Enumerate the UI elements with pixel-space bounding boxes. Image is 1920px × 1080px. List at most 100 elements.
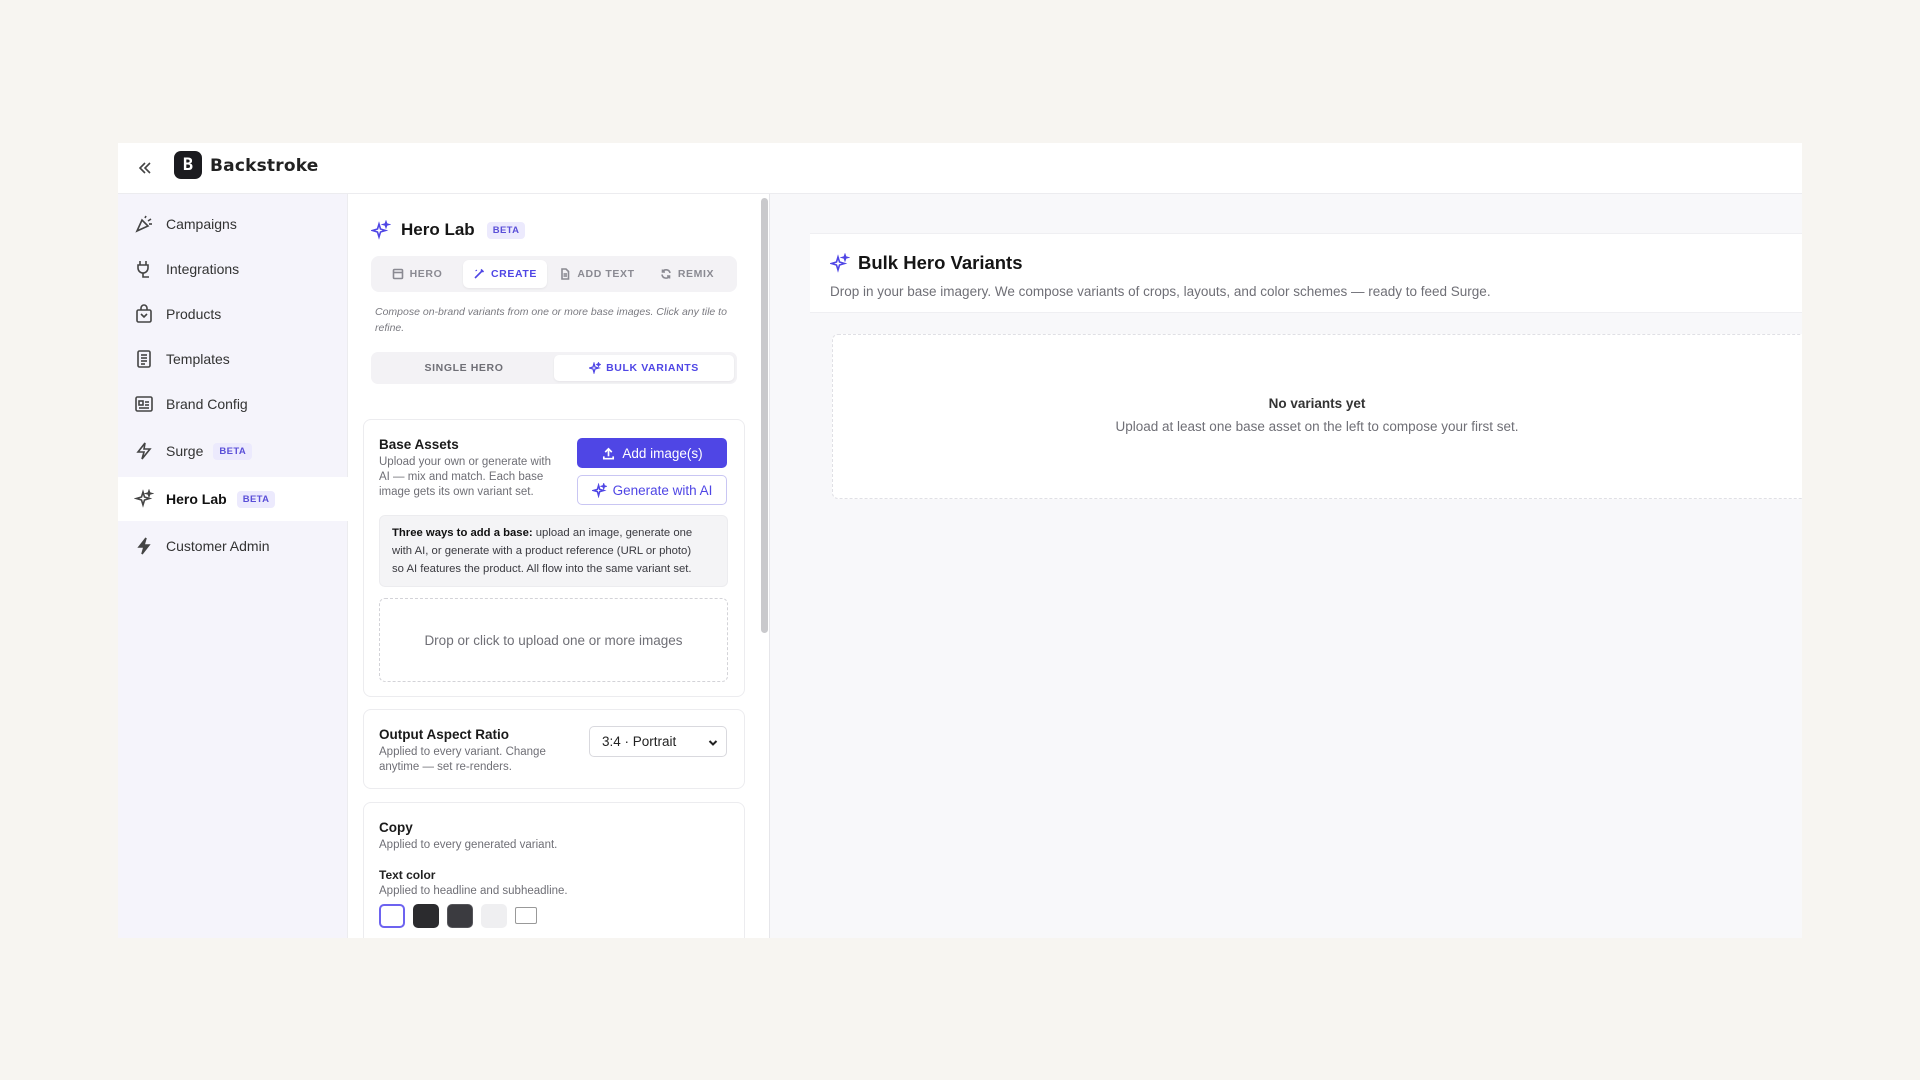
card-title: Base Assets [379, 437, 459, 452]
sidebar-item-customer-admin[interactable]: Customer Admin [118, 524, 348, 568]
sidebar-item-label: Campaigns [166, 216, 237, 232]
add-images-button[interactable]: Add image(s) [577, 438, 727, 468]
sidebar-item-label: Integrations [166, 261, 240, 277]
tab-add-text[interactable]: ADD TEXT [551, 260, 643, 288]
lightning-icon [136, 442, 152, 460]
top-bar: B Backstroke [118, 143, 1802, 194]
sidebar-item-templates[interactable]: Templates [118, 337, 348, 381]
main-content: Bulk Hero Variants Drop in your base ima… [770, 194, 1802, 938]
copy-card: Copy Applied to every generated variant.… [363, 802, 745, 938]
empty-title: No variants yet [1268, 396, 1366, 411]
button-label: Add image(s) [622, 445, 703, 461]
main-desc: Drop in your base imagery. We compose va… [830, 284, 1491, 299]
plug-icon [137, 261, 149, 278]
app-window: B Backstroke Campaigns Integrations Prod… [118, 143, 1802, 938]
upload-icon [603, 447, 615, 459]
sidebar-item-hero-lab[interactable]: Hero Lab BETA [118, 477, 348, 521]
document-icon [561, 268, 570, 280]
beta-badge: BETA [486, 221, 526, 239]
sidebar-item-label: Surge [166, 443, 204, 459]
card-desc-line: AI — mix and match. Each base [379, 471, 544, 483]
main-title-text: Bulk Hero Variants [858, 252, 1023, 273]
beta-badge: BETA [213, 442, 253, 460]
panel-title: Hero Lab BETA [371, 220, 526, 240]
brand-name[interactable]: Backstroke [210, 156, 319, 176]
sidebar-item-label: Hero Lab [166, 491, 227, 507]
sparkles-icon [371, 220, 391, 240]
panel-title-text: Hero Lab [401, 220, 475, 239]
sparkles-icon [589, 362, 602, 374]
generate-with-ai-button[interactable]: Generate with AI [577, 475, 727, 505]
mode-tabs: HERO CREATE ADD TEXT REMIX [371, 256, 737, 292]
text-color-label: Text color [379, 868, 436, 882]
sidebar-item-label: Products [166, 306, 222, 322]
sidebar: Campaigns Integrations Products Template… [118, 194, 348, 938]
card-desc-line: image gets its own variant set. [379, 486, 534, 498]
tab-hero[interactable]: HERO [375, 260, 459, 288]
sidebar-item-integrations[interactable]: Integrations [118, 247, 348, 291]
info-box: Three ways to add a base: upload an imag… [379, 515, 728, 587]
layout-icon [392, 268, 403, 280]
sidebar-item-surge[interactable]: Surge BETA [118, 429, 348, 473]
sidebar-item-label: Customer Admin [166, 538, 270, 554]
select-value: 3:4 · Portrait [602, 734, 677, 749]
aspect-ratio-select[interactable]: 3:4 · Portrait [589, 726, 727, 757]
tab-label: REMIX [677, 268, 715, 280]
text-color-desc: Applied to headline and subheadline. [379, 885, 568, 897]
sidebar-item-label: Brand Config [166, 396, 248, 412]
sidebar-item-products[interactable]: Products [118, 292, 348, 336]
sparkles-icon [591, 482, 607, 498]
sidebar-item-campaigns[interactable]: Campaigns [118, 202, 348, 246]
card-desc-line: Applied to every variant. Change [379, 746, 546, 758]
id-card-icon [135, 396, 153, 412]
color-swatch-white[interactable] [379, 904, 405, 928]
color-swatch-charcoal[interactable] [447, 904, 473, 928]
sparkles-icon [830, 253, 850, 273]
info-text: so AI features the product. All flow int… [392, 563, 692, 575]
file-text-icon [137, 350, 151, 368]
tab-create[interactable]: CREATE [463, 260, 547, 288]
tab-label: CREATE [491, 268, 537, 280]
panel-hint: Compose on-brand variants from one or mo… [375, 306, 727, 334]
sidebar-item-brand-config[interactable]: Brand Config [118, 382, 348, 426]
shopping-bag-icon [136, 304, 152, 323]
info-bold: Three ways to add a base: [392, 527, 533, 539]
color-swatch-dark[interactable] [413, 904, 439, 928]
upload-dropzone[interactable]: Drop or click to upload one or more imag… [379, 598, 728, 682]
color-swatch-outline[interactable] [515, 907, 537, 924]
aspect-ratio-card: Output Aspect Ratio Applied to every var… [363, 709, 745, 789]
card-desc-line: Upload your own or generate with [379, 456, 551, 468]
tab-bulk-variants[interactable]: BULK VARIANTS [554, 355, 734, 381]
base-assets-card: Base Assets Upload your own or generate … [363, 419, 745, 697]
card-title: Output Aspect Ratio [379, 727, 509, 742]
color-swatch-light-gray[interactable] [481, 904, 507, 928]
collapse-sidebar-icon[interactable] [134, 157, 156, 179]
bulk-variants-header: Bulk Hero Variants Drop in your base ima… [810, 233, 1802, 313]
bolt-icon [137, 537, 151, 555]
card-desc-line: anytime — set re-renders. [379, 761, 512, 773]
tab-label: HERO [409, 268, 443, 280]
chevron-down-icon [708, 740, 718, 746]
beta-badge: BETA [236, 490, 276, 508]
main-title: Bulk Hero Variants [830, 252, 1023, 274]
info-text: with AI, or generate with a product refe… [392, 545, 692, 557]
sidebar-item-label: Templates [166, 351, 230, 367]
panel-scrollbar[interactable] [761, 198, 768, 633]
hero-lab-panel: Hero Lab BETA HERO CREATE ADD TEXT REMIX… [349, 194, 759, 938]
card-desc: Applied to every generated variant. [379, 839, 558, 851]
brand-logo[interactable]: B [174, 151, 202, 179]
tab-label: BULK VARIANTS [606, 362, 699, 374]
sparkles-icon [134, 489, 154, 508]
card-title: Copy [379, 820, 413, 835]
refresh-icon [661, 269, 671, 279]
info-text: upload an image, generate one [532, 527, 693, 539]
megaphone-icon [135, 215, 152, 233]
tab-label: ADD TEXT [577, 268, 635, 280]
tab-label: SINGLE HERO [424, 362, 504, 374]
tab-remix[interactable]: REMIX [645, 260, 729, 288]
button-label: Generate with AI [612, 482, 713, 498]
empty-desc: Upload at least one base asset on the le… [1115, 419, 1519, 434]
sub-tabs: SINGLE HERO BULK VARIANTS [371, 352, 737, 384]
tab-single-hero[interactable]: SINGLE HERO [374, 355, 554, 381]
wand-icon [474, 268, 485, 279]
